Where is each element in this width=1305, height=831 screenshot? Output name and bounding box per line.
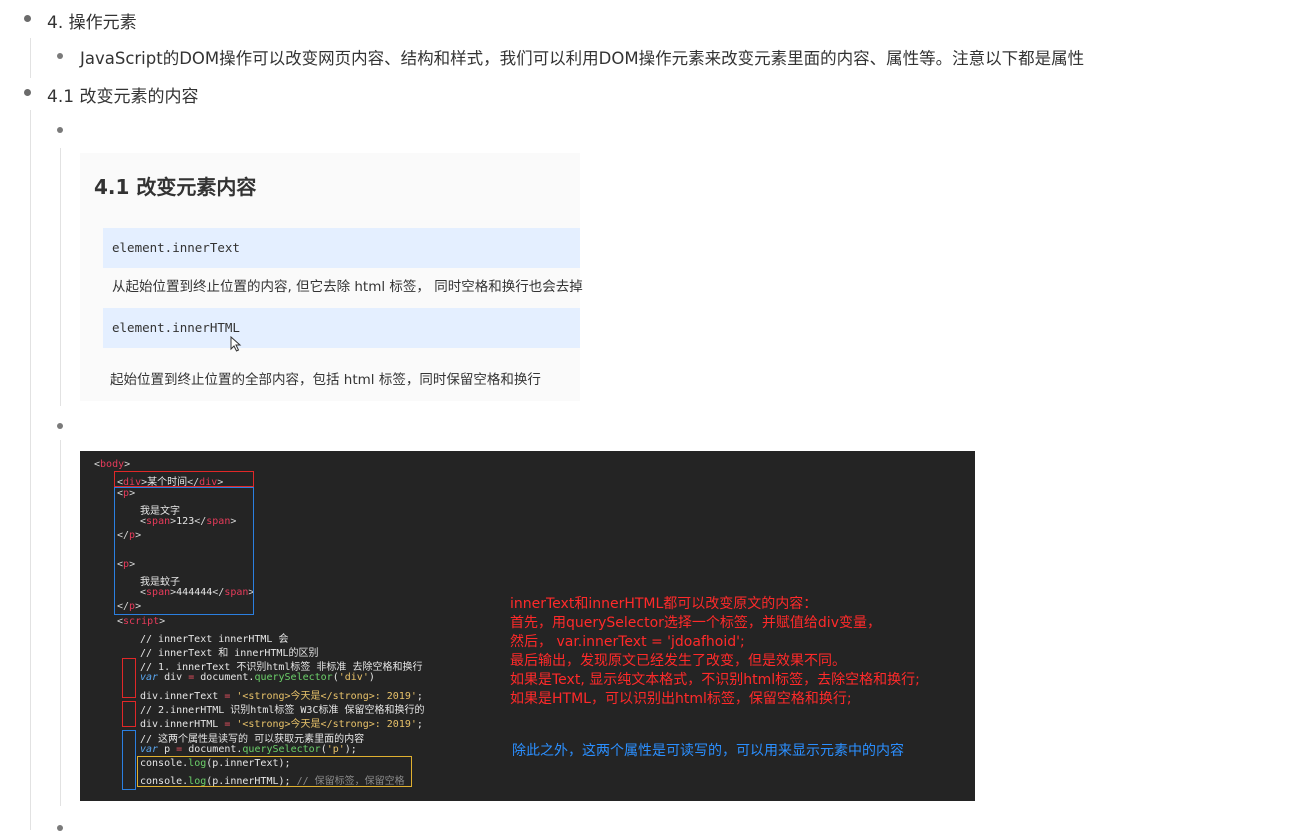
desc-innerhtml: 起始位置到终止位置的全部内容，包括 html 标签，同时保留空格和换行 [110, 372, 541, 388]
code-block-innertext: element.innerText [103, 228, 580, 268]
highlight-box-yellow [137, 756, 412, 787]
outline-bullet[interactable] [24, 15, 31, 22]
code-line: var p = document.querySelector('p'); [140, 744, 357, 755]
code-line: <script> [117, 616, 166, 627]
code-editor-screenshot: <body> <div>某个时间</div> <p> 我是文字 <span>12… [80, 451, 975, 801]
outline-item-dom-description[interactable]: JavaScript的DOM操作可以改变网页内容、结构和样式，我们可以利用DOM… [80, 45, 1084, 69]
code-comment: // innerText innerHTML 会 [140, 634, 289, 645]
annotation-note: innerText和innerHTML都可以改变原文的内容： [510, 596, 818, 612]
code-text: element.innerHTML [112, 320, 240, 335]
outline-bullet[interactable] [24, 89, 31, 96]
code-text: element.innerText [112, 240, 240, 255]
outline-guide-line [60, 440, 61, 806]
annotation-note: 如果是Text, 显示纯文本格式，不识别html标签，去除空格和换行; [510, 672, 920, 688]
outline-item-operate-elements[interactable]: 4. 操作元素 [47, 8, 137, 33]
code-comment: // innerText 和 innerHTML的区别 [140, 648, 319, 659]
highlight-box-red [114, 471, 254, 487]
highlight-box-red [122, 701, 136, 727]
annotation-note: 最后输出，发现原文已经发生了改变，但是效果不同。 [510, 653, 846, 669]
outline-guide-line [60, 148, 61, 406]
desc-innertext: 从起始位置到终止位置的内容, 但它去除 html 标签， 同时空格和换行也会去掉 [112, 279, 583, 295]
outline-bullet[interactable] [57, 423, 63, 429]
code-line: var div = document.querySelector('div') [140, 672, 375, 683]
code-line: <body> [94, 459, 131, 470]
code-line: div.innerHTML = '<strong>今天是</strong>: 2… [140, 719, 423, 730]
annotation-note: 首先，用querySelector选择一个标签，并赋值给div变量， [510, 615, 881, 631]
code-line: div.innerText = '<strong>今天是</strong>: 2… [140, 691, 423, 702]
annotation-note-blue: 除此之外，这两个属性是可读写的，可以用来显示元素中的内容 [512, 743, 904, 759]
outline-guide-line [30, 38, 31, 78]
outline-bullet[interactable] [57, 127, 63, 133]
outline-bullet[interactable] [57, 825, 63, 831]
outline-guide-line [30, 110, 31, 830]
doc-heading: 4.1 改变元素内容 [94, 175, 257, 199]
code-comment: // 1. innerText 不识别html标签 非标准 去除空格和换行 [140, 662, 423, 673]
annotation-note: 如果是HTML，可以识别出html标签，保留空格和换行; [510, 691, 852, 707]
code-block-innerhtml: element.innerHTML [103, 308, 580, 348]
outline-bullet[interactable] [57, 53, 63, 59]
mouse-cursor-icon [230, 336, 242, 352]
highlight-box-red [122, 658, 136, 698]
highlight-box-blue [114, 487, 254, 615]
code-comment: // 2.innerHTML 识别html标签 W3C标准 保留空格和换行的 [140, 705, 425, 716]
annotation-note: 然后， var.innerText = 'jdoafhoid'; [510, 634, 745, 650]
outline-item-change-content[interactable]: 4.1 改变元素的内容 [47, 82, 198, 107]
highlight-box-blue [122, 730, 136, 790]
doc-screenshot: 4.1 改变元素内容 element.innerText 从起始位置到终止位置的… [80, 153, 583, 401]
code-comment: // 这两个属性是读写的 可以获取元素里面的内容 [140, 734, 365, 745]
